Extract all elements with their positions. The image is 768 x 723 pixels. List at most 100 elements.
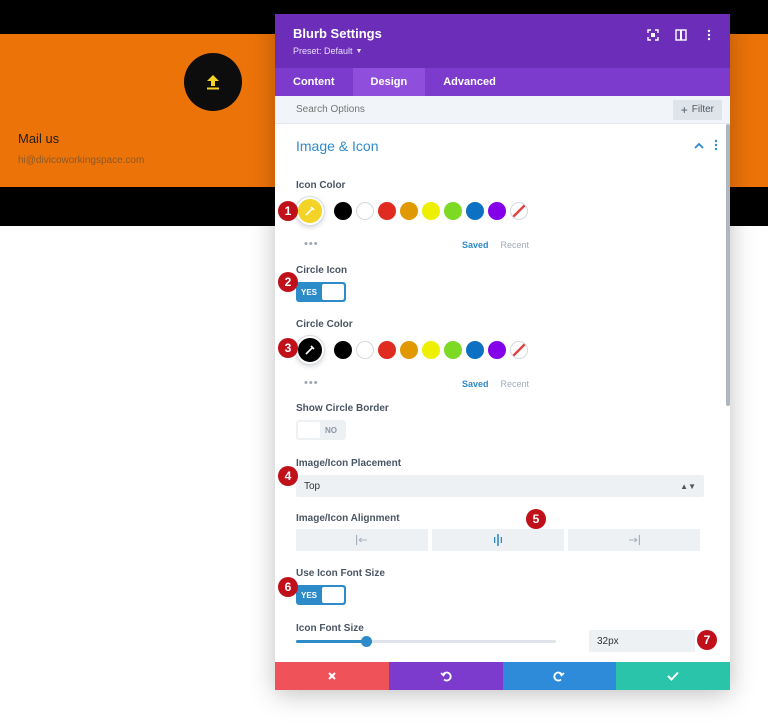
- fullscreen-icon[interactable]: [646, 28, 660, 42]
- use-icon-font-size-toggle[interactable]: YES: [296, 585, 346, 605]
- toggle-state-label: YES: [301, 590, 318, 600]
- swatch-black[interactable]: [334, 341, 352, 359]
- circle-icon-label: Circle Icon: [296, 265, 348, 276]
- annotation-badge-5: 5: [526, 509, 546, 529]
- align-left-icon: [356, 535, 367, 545]
- recent-colors-tab[interactable]: Recent: [501, 379, 530, 389]
- save-button[interactable]: [616, 662, 730, 690]
- toggle-knob: [298, 422, 320, 438]
- preset-dropdown[interactable]: Preset: Default ▼: [293, 46, 712, 56]
- section-menu-icon[interactable]: [714, 139, 718, 154]
- search-input[interactable]: [296, 104, 496, 115]
- circle-icon-toggle[interactable]: YES: [296, 282, 346, 302]
- icon-font-size-slider[interactable]: [296, 636, 556, 647]
- swatch-white[interactable]: [356, 202, 374, 220]
- modal-header: Blurb Settings Preset: Default ▼: [275, 14, 730, 68]
- filter-button[interactable]: + Filter: [672, 99, 722, 120]
- redo-button[interactable]: [502, 662, 617, 690]
- annotation-badge-1: 1: [278, 201, 298, 221]
- align-right-icon: [629, 535, 640, 545]
- use-icon-font-size-label: Use Icon Font Size: [296, 568, 385, 579]
- settings-content: Image & Icon Icon Color ••• Saved Recent…: [275, 124, 730, 662]
- split-view-icon[interactable]: [674, 28, 688, 42]
- icon-color-label: Icon Color: [296, 180, 346, 191]
- recent-colors-tab[interactable]: Recent: [501, 240, 530, 250]
- swatch-yellow[interactable]: [422, 341, 440, 359]
- plus-icon: +: [680, 102, 688, 117]
- swatch-green[interactable]: [444, 341, 462, 359]
- tab-bar: Content Design Advanced: [275, 68, 730, 96]
- more-options-icon[interactable]: [702, 28, 716, 42]
- swatch-blue[interactable]: [466, 341, 484, 359]
- saved-colors-tab[interactable]: Saved: [462, 379, 489, 389]
- toggle-state-label: NO: [325, 425, 337, 435]
- placement-select[interactable]: Top ▲▼: [296, 475, 704, 497]
- swatch-none[interactable]: [510, 202, 528, 220]
- tab-advanced[interactable]: Advanced: [425, 68, 514, 96]
- discard-button[interactable]: [275, 662, 389, 690]
- circle-color-palette-tabs: Saved Recent: [462, 379, 529, 389]
- tab-content[interactable]: Content: [275, 68, 353, 96]
- chevron-up-icon[interactable]: [694, 139, 704, 153]
- placement-label: Image/Icon Placement: [296, 458, 402, 469]
- annotation-badge-4: 4: [278, 466, 298, 486]
- swatch-orange[interactable]: [400, 341, 418, 359]
- tab-design[interactable]: Design: [352, 68, 426, 96]
- swatch-blue[interactable]: [466, 202, 484, 220]
- annotation-badge-7: 7: [697, 630, 717, 650]
- eyedropper-icon: [305, 345, 315, 355]
- align-left-button[interactable]: [296, 529, 428, 551]
- align-right-button[interactable]: [568, 529, 700, 551]
- circle-color-picker: [296, 335, 532, 365]
- toggle-knob: [322, 284, 344, 300]
- icon-font-size-input[interactable]: [589, 630, 695, 652]
- undo-button[interactable]: [388, 662, 503, 690]
- placement-value: Top: [304, 480, 321, 492]
- alignment-label: Image/Icon Alignment: [296, 513, 400, 524]
- swatch-yellow[interactable]: [422, 202, 440, 220]
- header-controls: [646, 28, 716, 42]
- preset-label: Preset: Default: [293, 46, 353, 56]
- circle-color-selected-swatch[interactable]: [296, 336, 324, 364]
- upload-icon: [207, 75, 219, 90]
- redo-icon: [553, 671, 565, 682]
- swatch-orange[interactable]: [400, 202, 418, 220]
- swatch-red[interactable]: [378, 202, 396, 220]
- swatch-purple[interactable]: [488, 202, 506, 220]
- slider-fill: [296, 640, 367, 643]
- swatch-green[interactable]: [444, 202, 462, 220]
- annotation-badge-3: 3: [278, 338, 298, 358]
- blurb-settings-modal: Blurb Settings Preset: Default ▼ Content…: [275, 14, 730, 690]
- icon-font-size-label: Icon Font Size: [296, 623, 364, 634]
- blurb-email: hi@divicoworkingspace.com: [18, 155, 145, 166]
- align-center-icon: [494, 534, 502, 546]
- more-colors-icon[interactable]: •••: [304, 377, 319, 389]
- swatch-red[interactable]: [378, 341, 396, 359]
- more-colors-icon[interactable]: •••: [304, 238, 319, 250]
- swatch-none[interactable]: [510, 341, 528, 359]
- swatch-white[interactable]: [356, 341, 374, 359]
- modal-footer: [275, 662, 730, 690]
- alignment-buttons: [296, 529, 700, 551]
- swatch-black[interactable]: [334, 202, 352, 220]
- icon-color-selected-swatch[interactable]: [296, 197, 324, 225]
- search-bar: + Filter: [275, 96, 730, 124]
- toggle-state-label: YES: [301, 287, 318, 297]
- select-arrows-icon: ▲▼: [680, 481, 696, 491]
- align-center-button[interactable]: [432, 529, 564, 551]
- blurb-title: Mail us: [18, 131, 60, 146]
- show-circle-border-toggle[interactable]: NO: [296, 420, 346, 440]
- slider-thumb[interactable]: [361, 636, 373, 647]
- swatch-purple[interactable]: [488, 341, 506, 359]
- section-header[interactable]: Image & Icon: [296, 138, 718, 154]
- scrollbar[interactable]: [726, 124, 730, 406]
- icon-color-palette-tabs: Saved Recent: [462, 240, 529, 250]
- checkmark-icon: [667, 671, 679, 681]
- show-circle-border-label: Show Circle Border: [296, 403, 389, 414]
- saved-colors-tab[interactable]: Saved: [462, 240, 489, 250]
- undo-icon: [440, 671, 452, 682]
- section-controls: [694, 139, 718, 154]
- annotation-badge-6: 6: [278, 577, 298, 597]
- icon-color-picker: [296, 196, 532, 226]
- blurb-icon-circle: [184, 53, 242, 111]
